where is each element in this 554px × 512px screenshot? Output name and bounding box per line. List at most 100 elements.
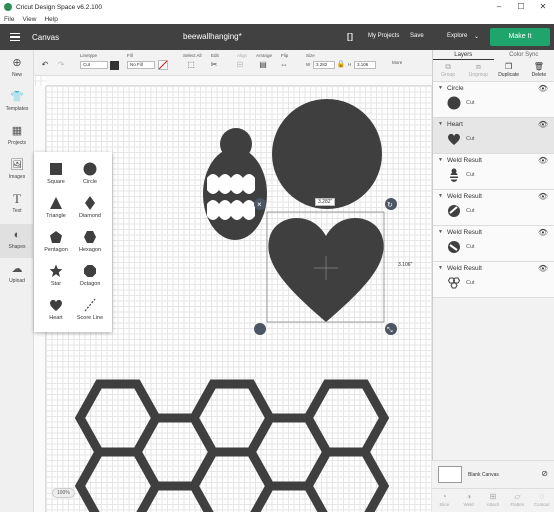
align-label: Align (237, 53, 248, 58)
blank-canvas-row[interactable]: Blank Canvas ⊘ (432, 460, 554, 488)
shape-triangle[interactable]: Triangle (38, 196, 74, 219)
shape-pentagon[interactable]: Pentagon (38, 230, 74, 253)
shape-circle[interactable]: Circle (72, 162, 108, 185)
shape-star[interactable]: Star (38, 264, 74, 287)
more-menu[interactable]: More (392, 60, 402, 65)
w-label: W (306, 62, 311, 67)
weld-button[interactable]: ◑ Weld (456, 489, 480, 512)
layer-item[interactable]: ▼ Circle 👁 Cut (433, 82, 554, 118)
slice-button[interactable]: ◔ Slice (432, 489, 456, 512)
action-label: Group (441, 72, 456, 78)
zoom-control[interactable]: 100% (52, 488, 75, 498)
chevron-down-icon[interactable]: ▼ (438, 121, 443, 127)
hamburger-menu-icon[interactable] (0, 32, 30, 42)
select-all-icon[interactable]: ⬚ (186, 60, 196, 70)
heart-icon (50, 299, 62, 311)
action-label: Slice (439, 502, 450, 507)
left-sidebar: ⊕ New 👕 Templates ▦ Projects 🖼 Images T Text … (0, 50, 34, 512)
honeycomb-shape[interactable] (74, 379, 390, 512)
explore-dropdown[interactable]: Explore (447, 33, 467, 39)
square-icon (50, 163, 62, 175)
edit-icon[interactable]: ✂ (209, 60, 219, 70)
eye-hidden-icon[interactable]: ⊘ (541, 469, 548, 478)
eye-icon[interactable]: 👁 (538, 120, 548, 129)
shape-hexagon[interactable]: Hexagon (72, 230, 108, 253)
chevron-down-icon[interactable]: ▼ (438, 265, 443, 271)
chevron-down-icon[interactable]: ▼ (438, 85, 443, 91)
ungroup-button[interactable]: ⧈ Ungroup (463, 60, 493, 81)
close-button[interactable]: ✕ (532, 0, 554, 14)
maximize-button[interactable]: ☐ (510, 0, 532, 14)
color-swatch[interactable] (110, 61, 119, 70)
sidebar-item-images[interactable]: 🖼 Images (0, 158, 34, 180)
attach-button[interactable]: ⊞ Attach (481, 489, 505, 512)
select-all-label: Select All (183, 53, 202, 58)
minimize-button[interactable]: – (488, 0, 510, 14)
sidebar-item-shapes[interactable]: ◐ Shapes (0, 224, 34, 258)
arrange-label: Arrange (256, 53, 273, 58)
sidebar-item-upload[interactable]: ☁ Upload (0, 262, 34, 284)
trash-icon: 🗑 (533, 62, 544, 71)
slice-icon: ◔ (441, 492, 447, 501)
layer-item[interactable]: ▼ Weld Result 👁 Cut (433, 154, 554, 190)
flatten-button[interactable]: ▱ Flatten (505, 489, 529, 512)
chevron-down-icon[interactable]: ▼ (438, 229, 443, 235)
blank-canvas-swatch[interactable] (438, 466, 462, 483)
sidebar-item-templates[interactable]: 👕 Templates (0, 90, 34, 112)
save-link[interactable]: Save (410, 33, 424, 39)
layer-item[interactable]: ▼ Weld Result 👁 Cut (433, 226, 554, 262)
shape-square[interactable]: Square (38, 162, 74, 185)
linetype-select[interactable]: Cut (80, 61, 108, 69)
app-header: Canvas beewallhanging* My Projects Save … (0, 24, 554, 50)
delete-button[interactable]: 🗑 Delete (524, 60, 554, 81)
align-icon[interactable]: ⊟ (235, 60, 245, 70)
tab-layers[interactable]: Layers (433, 50, 494, 60)
eye-icon[interactable]: 👁 (538, 84, 548, 93)
shape-octagon[interactable]: Octagon (72, 264, 108, 287)
layer-item[interactable]: ▼ Heart 👁 Cut (433, 118, 554, 154)
shape-diamond[interactable]: Diamond (72, 196, 108, 219)
my-projects-link[interactable]: My Projects (368, 33, 399, 39)
fill-select[interactable]: No Fill (127, 61, 155, 69)
layer-item[interactable]: ▼ Weld Result 👁 Cut (433, 190, 554, 226)
bee-shape[interactable] (203, 128, 267, 240)
tab-color-sync[interactable]: Color Sync (494, 50, 554, 60)
chevron-down-icon[interactable]: ▼ (438, 193, 443, 199)
eye-icon[interactable]: 👁 (538, 156, 548, 165)
layer-operation: Cut (466, 208, 475, 214)
mobile-icon[interactable] (346, 33, 354, 41)
sidebar-item-text[interactable]: T Text (0, 192, 34, 215)
group-button[interactable]: ⧉ Group (433, 60, 463, 81)
ungroup-icon: ⧈ (475, 62, 481, 71)
shape-heart[interactable]: Heart (38, 298, 74, 321)
chevron-down-icon[interactable]: ▼ (438, 157, 443, 163)
flip-icon[interactable]: ⇔ (279, 60, 289, 70)
make-it-button[interactable]: Make It (490, 28, 550, 46)
menu-file[interactable]: File (4, 16, 14, 23)
menu-view[interactable]: View (22, 16, 36, 23)
width-input[interactable]: 3.282 (313, 61, 335, 69)
sidebar-item-projects[interactable]: ▦ Projects (0, 124, 34, 146)
height-input[interactable]: 3.106 (354, 61, 376, 69)
eye-icon[interactable]: 👁 (538, 264, 548, 273)
circle-shape[interactable] (272, 99, 382, 209)
redo-icon[interactable]: ↷ (56, 60, 66, 70)
undo-icon[interactable]: ↶ (40, 60, 50, 70)
sidebar-label: Images (8, 174, 26, 180)
project-title[interactable]: beewallhanging* (183, 32, 242, 41)
no-fill-swatch-icon[interactable] (158, 60, 168, 70)
h-label: H (348, 62, 352, 67)
layer-item[interactable]: ▼ Weld Result 👁 Cut (433, 262, 554, 298)
arrange-icon[interactable]: ▤ (258, 60, 268, 70)
eye-icon[interactable]: 👁 (538, 228, 548, 237)
menu-help[interactable]: Help (44, 16, 57, 23)
lock-icon[interactable]: 🔒 (336, 60, 346, 70)
duplicate-button[interactable]: ❐ Duplicate (494, 60, 524, 81)
cricut-logo-icon (4, 3, 12, 11)
layer-name: Weld Result (447, 229, 482, 236)
contour-button[interactable]: ◌ Contour (530, 489, 554, 512)
shape-score-line[interactable]: Score Line (72, 298, 108, 321)
sidebar-item-new[interactable]: ⊕ New (0, 56, 34, 78)
lock-handle-icon[interactable] (254, 323, 266, 335)
eye-icon[interactable]: 👁 (538, 192, 548, 201)
